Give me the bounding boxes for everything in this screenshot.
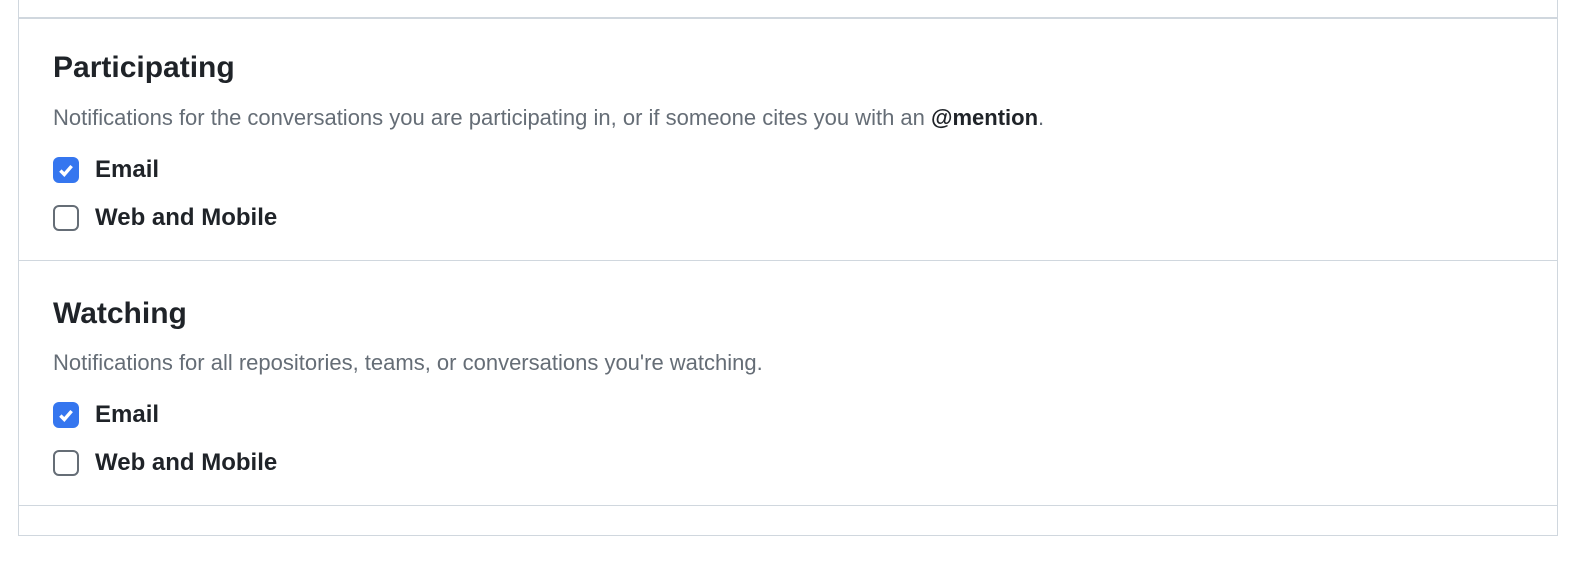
section-title: Watching [53, 295, 1523, 333]
section-watching: Watching Notifications for all repositor… [19, 261, 1557, 507]
option-label[interactable]: Web and Mobile [95, 449, 277, 477]
option-label[interactable]: Web and Mobile [95, 204, 277, 232]
option-participating-web-mobile: Web and Mobile [53, 204, 1523, 232]
checkbox-watching-email[interactable] [53, 402, 79, 428]
section-description: Notifications for all repositories, team… [53, 346, 1523, 379]
panel-top-sliver [19, 0, 1557, 18]
checkbox-watching-web-mobile[interactable] [53, 450, 79, 476]
option-watching-email: Email [53, 401, 1523, 429]
check-icon [57, 406, 75, 424]
section-title: Participating [53, 49, 1523, 87]
settings-panel: Participating Notifications for the conv… [18, 0, 1558, 536]
option-participating-email: Email [53, 156, 1523, 184]
option-label[interactable]: Email [95, 156, 159, 184]
option-watching-web-mobile: Web and Mobile [53, 449, 1523, 477]
section-participating: Participating Notifications for the conv… [19, 18, 1557, 261]
check-icon [57, 161, 75, 179]
desc-suffix: . [1038, 105, 1044, 130]
option-label[interactable]: Email [95, 401, 159, 429]
checkbox-participating-web-mobile[interactable] [53, 205, 79, 231]
section-description: Notifications for the conversations you … [53, 101, 1523, 134]
panel-bottom-sliver [19, 506, 1557, 536]
desc-mention: @mention [931, 105, 1038, 130]
desc-text: Notifications for the conversations you … [53, 105, 931, 130]
checkbox-participating-email[interactable] [53, 157, 79, 183]
